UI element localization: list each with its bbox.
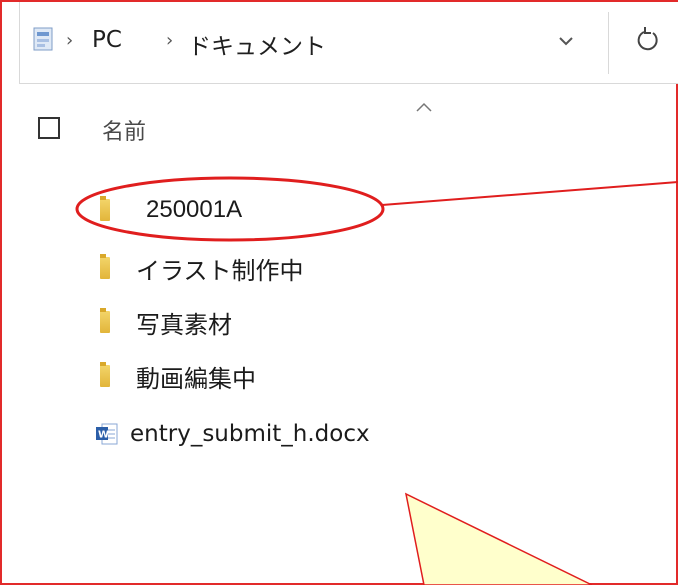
item-label: 写真素材 xyxy=(136,310,232,339)
word-document-icon: W xyxy=(96,423,118,445)
sort-ascending-caret-icon[interactable] xyxy=(414,100,434,114)
folder-location-icon xyxy=(33,27,53,51)
folder-icon xyxy=(100,196,110,221)
item-label: entry_submit_h.docx xyxy=(130,421,370,447)
breadcrumb-pc[interactable]: PC xyxy=(92,27,122,53)
list-item-file[interactable]: W entry_submit_h.docx xyxy=(96,414,370,454)
select-all-checkbox[interactable] xyxy=(38,117,60,139)
column-header-name[interactable]: 名前 xyxy=(102,114,146,146)
folder-icon xyxy=(100,362,110,387)
list-item-folder[interactable]: 250001A xyxy=(100,190,242,230)
svg-text:W: W xyxy=(98,430,109,441)
list-item-folder[interactable]: イラスト制作中 xyxy=(100,248,304,288)
explorer-window xyxy=(0,0,678,585)
breadcrumb-documents[interactable]: ドキュメント xyxy=(188,27,326,61)
item-label: 250001A xyxy=(146,196,243,223)
folder-icon xyxy=(100,254,110,279)
folder-icon xyxy=(100,308,110,333)
list-item-folder[interactable]: 動画編集中 xyxy=(100,356,256,396)
chevron-down-icon[interactable] xyxy=(554,29,578,53)
item-label: イラスト制作中 xyxy=(136,256,304,285)
address-bar[interactable]: › PC › ドキュメント xyxy=(19,2,678,84)
list-item-folder[interactable]: 写真素材 xyxy=(100,302,232,342)
breadcrumb-separator-icon: › xyxy=(66,30,74,51)
address-divider xyxy=(608,12,609,74)
refresh-icon[interactable] xyxy=(636,26,662,54)
item-label: 動画編集中 xyxy=(136,364,256,393)
breadcrumb-separator-icon: › xyxy=(166,30,174,51)
